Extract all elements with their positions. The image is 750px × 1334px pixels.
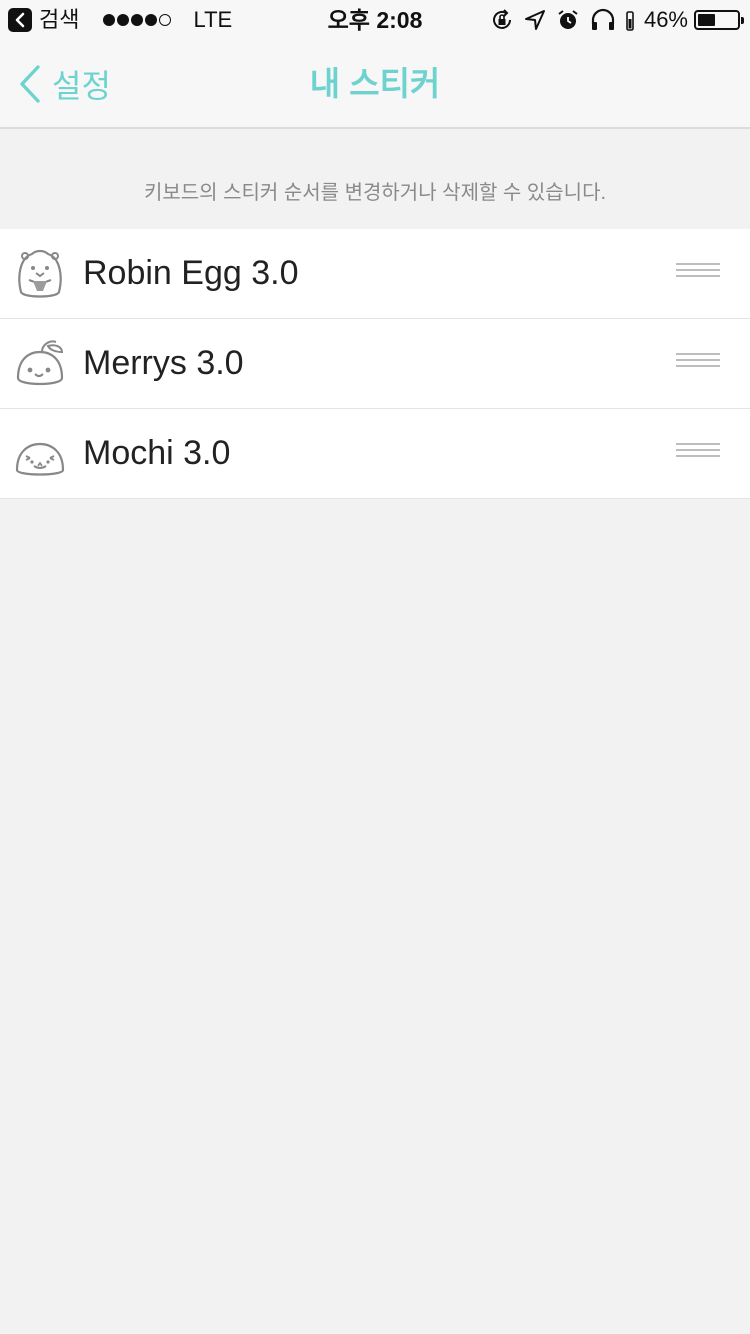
navigation-bar: 설정 내 스티커 [0,40,750,129]
status-bar: 검색 LTE 오후 2:08 46% [0,0,750,40]
page-title: 내 스티커 [309,65,441,102]
sticker-name: Robin Egg 3.0 [83,254,299,292]
sticker-row-mochi[interactable]: Mochi 3.0 [0,409,750,499]
headphone-battery-icon [626,11,634,31]
robin-egg-icon [18,249,62,298]
status-bar-right: 46% [480,6,744,34]
sticker-name: Mochi 3.0 [83,434,231,472]
rotation-lock-icon [492,9,511,29]
mochi-icon [15,442,65,476]
sticker-name: Merrys 3.0 [83,344,244,382]
reorder-handle-icon[interactable] [676,353,720,373]
battery-nub [741,17,744,24]
sticker-list: Robin Egg 3.0 Merrys 3.0 Mochi 3.0 [0,229,750,499]
instruction-text: 키보드의 스티커 순서를 변경하거나 삭제할 수 있습니다. [143,182,607,204]
battery-percentage: 46% [643,7,688,32]
headphones-icon [591,8,615,30]
battery-icon [694,10,744,30]
alarm-icon [558,10,578,29]
merrys-icon [16,340,64,386]
location-icon [524,10,545,30]
sticker-row-merrys[interactable]: Merrys 3.0 [0,319,750,409]
reorder-handle-icon[interactable] [676,263,720,283]
battery-fill [698,14,716,26]
sticker-row-robin-egg[interactable]: Robin Egg 3.0 [0,229,750,319]
reorder-handle-icon[interactable] [676,443,720,463]
